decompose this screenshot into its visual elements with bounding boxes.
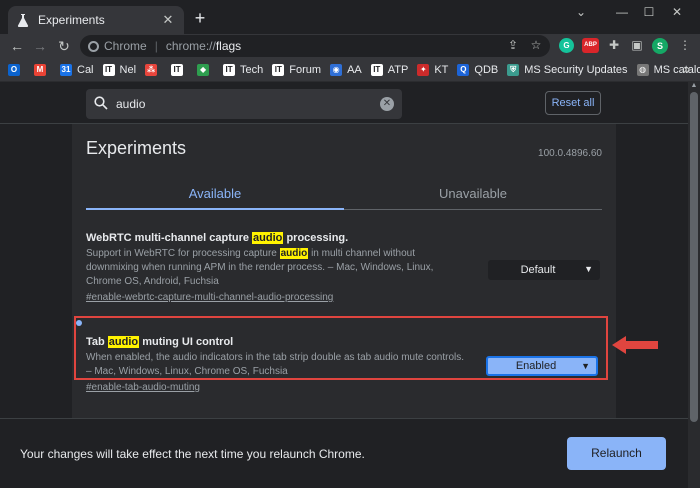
bookmark-label: MS Security Updates	[524, 63, 628, 76]
tab-close-icon[interactable]: ✕	[160, 12, 176, 28]
bookmark-item[interactable]: O	[8, 63, 25, 76]
tab-search-chevron-icon[interactable]: ⌄	[571, 4, 591, 22]
bookmark-favicon-icon: ✦	[417, 63, 430, 76]
bookmark-favicon-icon: ⛨	[507, 63, 520, 76]
flask-icon	[16, 13, 30, 27]
tab-title: Experiments	[38, 13, 105, 27]
url-text: chrome://flags	[165, 39, 242, 53]
bookmark-favicon-icon: ◉	[330, 63, 343, 76]
bookmark-label: KT	[434, 63, 449, 76]
maximize-button[interactable]: ☐	[639, 4, 659, 22]
scrollbar-thumb[interactable]	[690, 92, 698, 422]
menu-icon[interactable]: ⋮	[677, 37, 693, 53]
bookmark-label: Forum	[289, 63, 322, 76]
profile-avatar[interactable]: S	[652, 38, 668, 54]
flags-tabs: Available Unavailable	[86, 178, 602, 210]
search-box: ✕	[86, 89, 402, 119]
bookmark-favicon-icon: O	[8, 63, 20, 76]
bookmark-favicon-icon: M	[34, 63, 46, 76]
bookmark-item[interactable]: 31 Cal	[60, 63, 94, 76]
tab-experiments[interactable]: Experiments ✕	[8, 6, 184, 34]
search-input[interactable]	[116, 97, 380, 111]
back-icon[interactable]: ←	[8, 37, 26, 55]
grammarly-extension-icon[interactable]: G	[559, 38, 574, 53]
bookmark-item[interactable]: ◍ MS catalog	[636, 63, 700, 76]
reload-icon[interactable]: ↻	[55, 37, 73, 55]
bookmark-label: ATP	[387, 63, 409, 76]
tab-available[interactable]: Available	[86, 178, 344, 210]
bookmark-item[interactable]: ◆	[197, 63, 214, 76]
bookmark-favicon-icon: IT	[223, 63, 236, 76]
bookmark-item[interactable]: IT Forum	[272, 63, 322, 76]
bookmark-item[interactable]: Q QDB	[457, 63, 499, 76]
close-window-button[interactable]: ✕	[667, 4, 687, 22]
scrollbar[interactable]: ▲	[688, 82, 700, 488]
tab-unavailable[interactable]: Unavailable	[344, 178, 602, 210]
flags-page: ✕ Reset all Experiments 100.0.4896.60 Av…	[0, 82, 688, 488]
scroll-up-icon[interactable]: ▲	[690, 82, 698, 90]
bookmark-item[interactable]: M	[34, 63, 51, 76]
bookmark-favicon-icon: ⁂	[145, 63, 158, 76]
clear-search-icon[interactable]: ✕	[380, 97, 394, 111]
chevron-down-icon: ▼	[584, 264, 593, 274]
bookmark-item[interactable]: ⁂	[145, 63, 162, 76]
relaunch-footer: Your changes will take effect the next t…	[0, 418, 688, 488]
new-tab-button[interactable]: +	[190, 9, 210, 27]
bookmark-label: MS catalog	[653, 63, 700, 76]
bookmark-item[interactable]: ✦ KT	[417, 63, 449, 76]
search-header: ✕ Reset all	[0, 82, 688, 124]
bookmark-favicon-icon: IT	[370, 63, 383, 76]
reset-all-button[interactable]: Reset all	[545, 91, 601, 115]
bookmark-item[interactable]: IT Nel	[102, 63, 137, 76]
extensions-puzzle-icon[interactable]: ✚	[606, 37, 622, 53]
bookmark-item[interactable]: IT ATP	[370, 63, 409, 76]
chrome-icon	[88, 40, 99, 52]
relaunch-button[interactable]: Relaunch	[567, 437, 666, 470]
bookmark-label: QDB	[474, 63, 499, 76]
bookmark-favicon-icon: IT	[102, 63, 115, 76]
bookmark-label: Tech	[240, 63, 264, 76]
minimize-button[interactable]: —	[612, 4, 632, 22]
relaunch-message: Your changes will take effect the next t…	[20, 447, 365, 461]
side-panel-icon[interactable]: ▣	[629, 37, 645, 53]
bookmark-favicon-icon: IT	[171, 63, 184, 76]
page-title: Experiments	[86, 138, 187, 158]
bookmark-item[interactable]: IT	[171, 63, 188, 76]
bookmark-favicon-icon: ◍	[636, 63, 649, 76]
bookmark-favicon-icon: ◆	[197, 63, 210, 76]
bookmark-star-icon[interactable]: ☆	[528, 37, 544, 53]
experiment-name: WebRTC multi-channel capture audio proce…	[86, 232, 349, 244]
forward-icon[interactable]: →	[31, 37, 49, 55]
experiment-description: Support in WebRTC for processing capture…	[86, 248, 434, 287]
experiment-link[interactable]: #enable-tab-audio-muting	[86, 382, 602, 393]
annotation-highlight-box	[74, 316, 608, 380]
tab-strip: Experiments ✕ + ⌄ — ☐ ✕	[0, 0, 700, 34]
omnibox-separator: |	[154, 39, 158, 53]
bookmark-favicon-icon: Q	[457, 63, 470, 76]
bookmark-label: Nel	[119, 63, 137, 76]
search-icon	[94, 95, 110, 113]
bookmark-item[interactable]: IT Tech	[223, 63, 264, 76]
annotation-arrow-icon	[612, 336, 658, 354]
site-chip-label: Chrome	[104, 39, 147, 53]
address-bar[interactable]: Chrome | chrome://flags	[80, 35, 550, 57]
bookmarks-overflow-icon[interactable]: »	[683, 62, 690, 76]
bookmark-favicon-icon: IT	[272, 63, 285, 76]
site-chip[interactable]: Chrome	[88, 39, 147, 53]
share-icon[interactable]: ⇪	[505, 37, 521, 53]
bookmark-label: Cal	[77, 63, 94, 76]
toolbar: ← → ↻ Chrome | chrome://flags ⇪ ☆ G ABP …	[0, 34, 700, 58]
experiment-link[interactable]: #enable-webrtc-capture-multi-channel-aud…	[86, 292, 602, 303]
bookmark-label: AA	[347, 63, 362, 76]
adblock-extension-icon[interactable]: ABP	[582, 38, 599, 53]
version-label: 100.0.4896.60	[538, 148, 602, 159]
bookmark-favicon-icon: 31	[60, 63, 72, 76]
bookmark-item[interactable]: ⛨ MS Security Updates	[507, 63, 628, 76]
bookmark-item[interactable]: ◉ AA	[330, 63, 362, 76]
bookmarks-bar: O M 31 Cal IT Nel ⁂ IT ◆ IT Tech IT Forum ◉ AA IT ATP ✦ KT…	[0, 58, 700, 82]
experiment-select-default[interactable]: Default ▼	[488, 260, 600, 280]
experiment-webrtc-multichannel: WebRTC multi-channel capture audio proce…	[86, 232, 602, 303]
